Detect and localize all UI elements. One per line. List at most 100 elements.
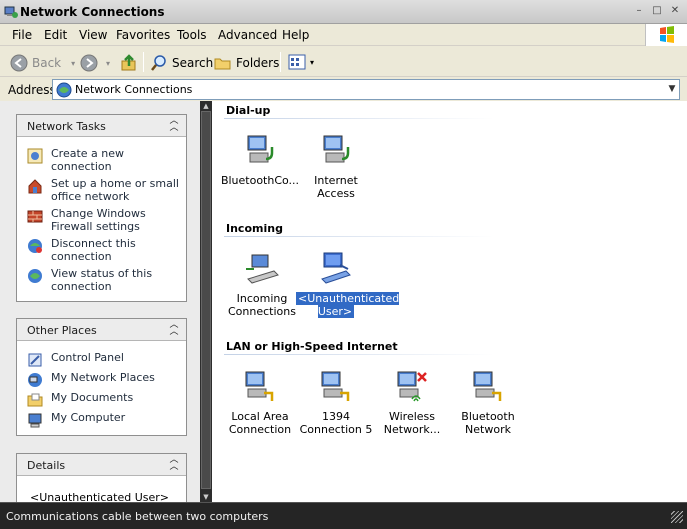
documents-icon [27, 393, 43, 407]
maximize-button[interactable]: □ [651, 5, 663, 17]
close-button[interactable]: ✕ [669, 5, 681, 17]
new-connection-icon [27, 148, 43, 164]
connection-item[interactable]: Bluetooth Network [448, 369, 528, 436]
group-title-dialup: Dial-up [226, 104, 271, 117]
menu-edit[interactable]: Edit [44, 28, 67, 42]
collapse-chevron-icon[interactable]: ︿ ︿ [168, 456, 180, 472]
windows-logo [645, 24, 687, 46]
task-create-connection[interactable]: Create a new connection [27, 147, 181, 173]
collapse-chevron-icon[interactable]: ︿ ︿ [168, 321, 180, 337]
menu-view[interactable]: View [79, 28, 107, 42]
status-icon [28, 269, 42, 283]
task-label: Disconnect this connection [51, 237, 136, 263]
back-label: Back [32, 56, 62, 70]
address-input[interactable]: Network Connections ▼ [52, 79, 680, 100]
minimize-button[interactable]: – [633, 5, 645, 17]
folders-button[interactable]: Folders [214, 54, 279, 72]
toolbar: Back ▾ ▾ Search Folders ▾ [0, 47, 687, 77]
place-network-places[interactable]: My Network Places [27, 371, 181, 388]
details-panel: Details ︿ ︿ <Unauthenticated User> [16, 453, 187, 502]
views-dropdown-icon: ▾ [310, 57, 315, 67]
connection-item-selected[interactable]: <Unauthenticated User> [294, 251, 401, 319]
menu-bar: File Edit View Favorites Tools Advanced … [0, 24, 687, 46]
place-my-documents[interactable]: My Documents [27, 391, 181, 408]
incoming-user-icon [321, 252, 351, 284]
dialup-icon [247, 135, 274, 163]
connection-label: <Unauthenticated User> [294, 291, 401, 319]
connection-label: Local Area Connection [228, 410, 292, 436]
other-places-panel: Other Places ︿ ︿ Control Panel My Network… [16, 318, 187, 436]
lan-icon [473, 371, 502, 401]
incoming-icon [246, 254, 279, 284]
window-title: Network Connections [20, 5, 165, 19]
connection-label: Bluetooth Network [461, 410, 515, 436]
menu-tools[interactable]: Tools [177, 28, 207, 42]
task-label: Create a new connection [51, 147, 125, 173]
task-home-network[interactable]: Set up a home or small office network [27, 177, 181, 203]
task-label: Set up a home or small office network [51, 177, 179, 203]
connection-item[interactable]: Local Area Connection [220, 369, 300, 436]
task-disconnect[interactable]: Disconnect this connection [27, 237, 181, 263]
back-button[interactable]: Back ▾ [10, 54, 75, 72]
connection-item[interactable]: 1394 Connection 5 [296, 369, 376, 436]
other-places-header[interactable]: Other Places ︿ ︿ [17, 319, 186, 341]
wireless-disabled-icon [397, 371, 427, 402]
connection-item[interactable]: Internet Access [296, 133, 376, 200]
place-label: My Computer [51, 411, 126, 424]
connection-label: 1394 Connection 5 [299, 410, 373, 436]
task-pane-scrollbar[interactable]: ▲ ▼ [200, 101, 212, 502]
firewall-icon [27, 210, 43, 223]
details-value: <Unauthenticated User> [30, 491, 169, 502]
scroll-up-icon[interactable]: ▲ [200, 101, 212, 111]
scrollbar-thumb[interactable] [201, 111, 211, 489]
details-header[interactable]: Details ︿ ︿ [17, 454, 186, 476]
back-dropdown-icon[interactable]: ▾ [71, 59, 75, 68]
resize-grip-icon[interactable] [671, 511, 683, 523]
control-panel-icon [28, 353, 42, 367]
menu-file[interactable]: File [12, 28, 32, 42]
views-button[interactable]: ▾ [288, 54, 314, 70]
address-label: Address [8, 83, 56, 97]
search-button[interactable]: Search [150, 54, 213, 72]
connections-view: Dial-up BluetoothCo... Internet Access I… [212, 101, 687, 502]
title-bar[interactable]: Network Connections – □ ✕ [0, 0, 687, 24]
up-button[interactable] [120, 54, 138, 72]
forward-dropdown-icon[interactable]: ▾ [106, 59, 110, 68]
views-icon [288, 54, 306, 70]
network-connections-icon [4, 6, 18, 18]
lan-icon [321, 371, 350, 401]
connection-item[interactable]: Wireless Network... [372, 369, 452, 436]
task-view-status[interactable]: View status of this connection [27, 267, 181, 293]
search-label: Search [172, 56, 214, 70]
disconnect-icon [28, 239, 42, 253]
place-control-panel[interactable]: Control Panel [27, 351, 181, 368]
back-arrow-icon [10, 54, 28, 72]
scroll-down-icon[interactable]: ▼ [200, 492, 212, 502]
window: Network Connections – □ ✕ File Edit View… [0, 0, 687, 529]
address-dropdown-icon[interactable]: ▼ [665, 80, 679, 99]
computer-icon [28, 413, 42, 428]
windows-flag-icon [660, 26, 674, 43]
forward-arrow-icon [80, 54, 98, 72]
menu-help[interactable]: Help [282, 28, 309, 42]
place-my-computer[interactable]: My Computer [27, 411, 181, 428]
connection-item[interactable]: Incoming Connections [222, 251, 302, 318]
task-label: View status of this connection [51, 267, 153, 293]
connection-label: BluetoothCo... [220, 174, 300, 187]
menu-advanced[interactable]: Advanced [218, 28, 277, 42]
status-text: Communications cable between two compute… [6, 510, 269, 523]
connection-item[interactable]: BluetoothCo... [220, 133, 300, 187]
task-firewall-settings[interactable]: Change Windows Firewall settings [27, 207, 181, 233]
place-label: My Network Places [51, 371, 155, 384]
folder-icon [214, 58, 231, 70]
lan-icon [245, 371, 274, 401]
group-title-incoming: Incoming [226, 222, 283, 235]
network-tasks-header[interactable]: Network Tasks ︿ ︿ [17, 115, 186, 137]
group-title-lan: LAN or High-Speed Internet [226, 340, 398, 353]
menu-favorites[interactable]: Favorites [116, 28, 170, 42]
connection-label: Wireless Network... [383, 410, 441, 436]
collapse-chevron-icon[interactable]: ︿ ︿ [168, 117, 180, 133]
forward-button[interactable]: ▾ [80, 54, 110, 72]
place-label: Control Panel [51, 351, 124, 364]
up-folder-icon [121, 54, 136, 71]
